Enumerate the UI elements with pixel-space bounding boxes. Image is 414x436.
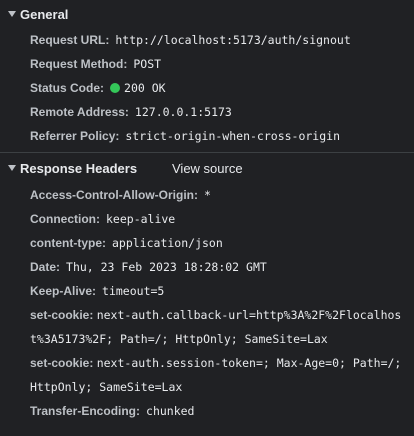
header-key: Connection: (30, 212, 100, 226)
header-row-date: Date: Thu, 23 Feb 2023 18:28:02 GMT (0, 255, 414, 279)
header-value[interactable]: keep-alive (106, 212, 175, 226)
header-value[interactable]: application/json (112, 236, 223, 250)
general-row-request-method: Request Method: POST (0, 52, 414, 76)
request-url-value[interactable]: http://localhost:5173/auth/signout (115, 33, 350, 47)
header-row-access-control-allow-origin: Access-Control-Allow-Origin: * (0, 183, 414, 207)
request-method-key: Request Method: (30, 57, 128, 71)
status-code-key: Status Code: (30, 81, 105, 95)
general-row-referrer-policy: Referrer Policy: strict-origin-when-cross… (0, 124, 414, 148)
collapse-triangle-icon[interactable] (8, 11, 16, 17)
header-row-content-type: content-type: application/json (0, 231, 414, 255)
header-key: Access-Control-Allow-Origin: (30, 188, 199, 202)
general-row-remote-address: Remote Address: 127.0.0.1:5173 (0, 100, 414, 124)
response-headers-section-header[interactable]: Response Headers View source (0, 153, 414, 183)
request-url-key: Request URL: (30, 33, 110, 47)
general-section-header[interactable]: General (0, 0, 414, 28)
view-source-link[interactable]: View source (172, 161, 243, 176)
referrer-policy-value[interactable]: strict-origin-when-cross-origin (125, 129, 340, 143)
header-key: set-cookie: (30, 356, 94, 370)
header-key: set-cookie: (30, 308, 94, 322)
referrer-policy-key: Referrer Policy: (30, 129, 120, 143)
status-code-value[interactable]: 200 OK (124, 81, 166, 95)
header-value[interactable]: Thu, 23 Feb 2023 18:28:02 GMT (66, 260, 267, 274)
header-value[interactable]: timeout=5 (102, 284, 164, 298)
general-row-status-code: Status Code: 200 OK (0, 76, 414, 100)
collapse-triangle-icon[interactable] (8, 165, 16, 171)
status-ok-dot-icon (110, 83, 121, 93)
header-key: Date: (30, 260, 61, 274)
header-row-transfer-encoding: Transfer-Encoding: chunked (0, 399, 414, 423)
general-row-request-url: Request URL: http://localhost:5173/auth/s… (0, 28, 414, 52)
header-value[interactable]: chunked (146, 404, 194, 418)
general-rows: Request URL: http://localhost:5173/auth/s… (0, 28, 414, 152)
header-row-set-cookie-session: set-cookie: next-auth.session-token=; Ma… (0, 351, 414, 399)
general-title: General (20, 6, 69, 22)
header-value[interactable]: * (204, 188, 211, 202)
header-row-keep-alive: Keep-Alive: timeout=5 (0, 279, 414, 303)
header-row-set-cookie-callback: set-cookie: next-auth.callback-url=http%… (0, 303, 414, 351)
response-headers-title: Response Headers (20, 160, 138, 176)
request-method-value[interactable]: POST (133, 57, 161, 71)
header-row-connection: Connection: keep-alive (0, 207, 414, 231)
header-key: content-type: (30, 236, 106, 250)
remote-address-key: Remote Address: (30, 105, 129, 119)
response-headers-rows: Access-Control-Allow-Origin: * Connection… (0, 183, 414, 423)
header-key: Transfer-Encoding: (30, 404, 141, 418)
header-key: Keep-Alive: (30, 284, 97, 298)
remote-address-value[interactable]: 127.0.0.1:5173 (135, 105, 232, 119)
